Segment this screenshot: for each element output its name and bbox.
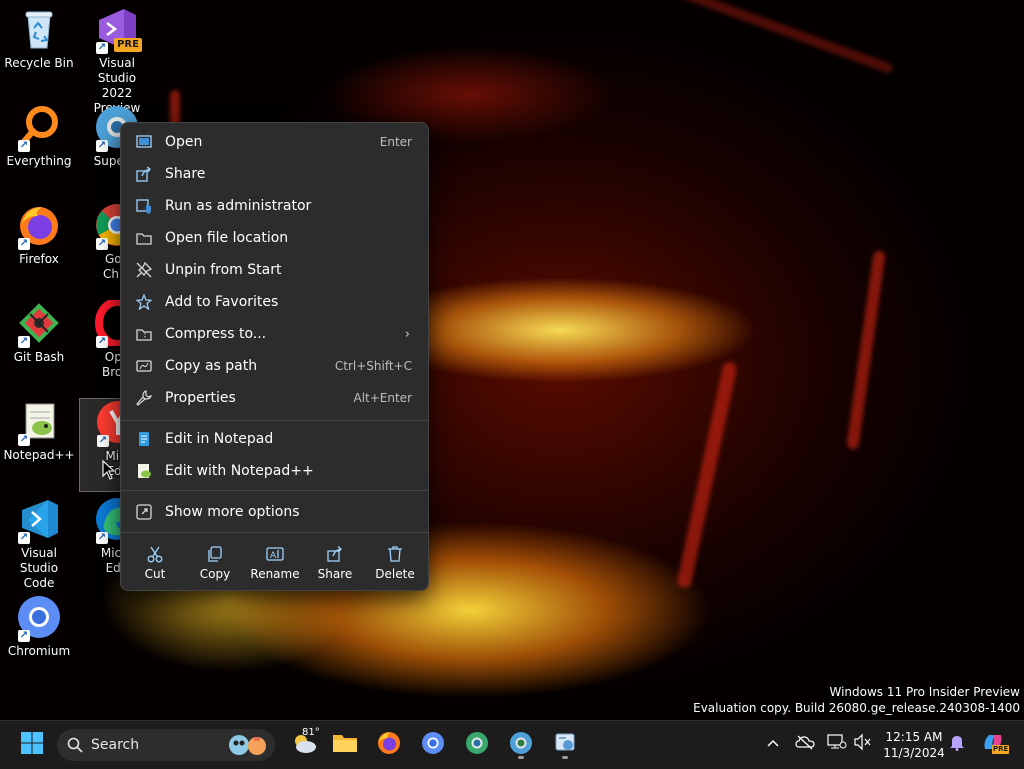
unpin-icon xyxy=(135,261,153,279)
menu-separator xyxy=(121,420,428,421)
visual-studio-preview-icon: PRE ↗ xyxy=(94,6,142,54)
quick-action-cut[interactable]: Cut xyxy=(127,539,183,583)
context-menu: Open Enter Share Run as administrator Op… xyxy=(120,122,429,591)
more-options-icon xyxy=(135,503,153,521)
menu-item-unpin-from-start[interactable]: Unpin from Start xyxy=(127,255,422,285)
windows-logo-icon xyxy=(20,731,44,759)
notepad-plus-plus-icon: ↗ xyxy=(16,398,62,446)
chevron-up-icon xyxy=(766,737,780,752)
taskbar-file-explorer[interactable] xyxy=(329,729,361,761)
vscode-icon: ↗ xyxy=(16,496,62,544)
taskbar: Search 81° 12:15 AM 11/3/2024 PRE xyxy=(0,720,1024,769)
taskbar-firefox[interactable] xyxy=(373,729,405,761)
desktop-icon-notepad-plus-plus[interactable]: ↗ Notepad++ xyxy=(1,398,77,463)
wrench-icon xyxy=(135,389,153,407)
copy-icon xyxy=(187,543,243,565)
notepad-icon xyxy=(135,430,153,448)
firefox-icon xyxy=(377,731,401,759)
git-bash-icon: ↗ xyxy=(16,300,62,348)
scissors-icon xyxy=(127,543,183,565)
desktop-icon-chromium[interactable]: ↗ Chromium xyxy=(1,594,77,659)
tray-onedrive[interactable] xyxy=(794,733,816,755)
quick-action-rename[interactable]: A Rename xyxy=(247,539,303,583)
menu-item-share[interactable]: Share xyxy=(127,159,422,189)
rename-icon: A xyxy=(247,543,303,565)
share-icon xyxy=(135,165,153,183)
speaker-muted-icon xyxy=(853,733,873,755)
file-explorer-icon xyxy=(332,732,358,758)
menu-item-edit-with-notepad-plus-plus[interactable]: Edit with Notepad++ xyxy=(127,456,422,486)
tray-copilot[interactable]: PRE xyxy=(980,733,1010,755)
taskbar-clock[interactable]: 12:15 AM 11/3/2024 xyxy=(876,729,952,761)
svg-text:A: A xyxy=(270,551,277,561)
shield-icon xyxy=(135,197,153,215)
menu-item-open[interactable]: Open Enter xyxy=(127,127,422,157)
path-icon xyxy=(135,357,153,375)
taskbar-search-box[interactable]: Search xyxy=(57,729,275,761)
desktop-icon-git-bash[interactable]: ↗ Git Bash xyxy=(1,300,77,365)
running-indicator xyxy=(562,756,568,759)
taskbar-control-panel[interactable] xyxy=(549,729,581,761)
network-monitor-icon xyxy=(827,733,847,755)
menu-separator xyxy=(121,532,428,533)
quick-action-delete[interactable]: Delete xyxy=(367,539,423,583)
mouse-cursor xyxy=(102,459,116,484)
chromium-icon xyxy=(421,731,445,759)
desktop-icon-recycle-bin[interactable]: Recycle Bin xyxy=(1,6,77,71)
start-button[interactable] xyxy=(16,729,48,761)
menu-item-edit-in-notepad[interactable]: Edit in Notepad xyxy=(127,424,422,454)
open-icon xyxy=(135,133,153,151)
control-panel-icon xyxy=(553,731,577,759)
recycle-bin-icon xyxy=(16,6,62,52)
zip-icon xyxy=(135,325,153,343)
search-highlight-skull-icon xyxy=(227,732,269,758)
quick-action-share[interactable]: Share xyxy=(307,539,363,583)
show-hidden-icons-chevron[interactable] xyxy=(762,733,784,755)
menu-separator xyxy=(121,490,428,491)
tray-volume[interactable] xyxy=(852,733,874,755)
folder-icon xyxy=(135,229,153,247)
menu-item-open-file-location[interactable]: Open file location xyxy=(127,223,422,253)
menu-item-show-more-options[interactable]: Show more options xyxy=(127,497,422,527)
menu-item-add-to-favorites[interactable]: Add to Favorites xyxy=(127,287,422,317)
notepad-plus-plus-icon xyxy=(135,462,153,480)
star-icon xyxy=(135,293,153,311)
firefox-icon: ↗ xyxy=(16,202,62,250)
running-indicator xyxy=(518,756,524,759)
share-icon xyxy=(307,543,363,565)
menu-item-properties[interactable]: Properties Alt+Enter xyxy=(127,383,422,413)
chevron-right-icon: › xyxy=(404,326,410,342)
taskbar-supermium[interactable] xyxy=(461,729,493,761)
chromium-icon: ↗ xyxy=(16,594,62,642)
onedrive-offline-icon xyxy=(795,734,815,754)
tray-notifications[interactable] xyxy=(946,733,968,755)
browser-icon xyxy=(509,731,533,759)
menu-item-copy-as-path[interactable]: Copy as path Ctrl+Shift+C xyxy=(127,351,422,381)
menu-item-run-as-admin[interactable]: Run as administrator xyxy=(127,191,422,221)
windows-evaluation-watermark: Windows 11 Pro Insider Preview Evaluatio… xyxy=(693,685,1020,715)
trash-icon xyxy=(367,543,423,565)
quick-action-copy[interactable]: Copy xyxy=(187,539,243,583)
taskbar-weather-widget[interactable]: 81° xyxy=(287,727,321,761)
desktop-icon-everything[interactable]: ↗ Everything xyxy=(1,104,77,169)
desktop-icon-firefox[interactable]: ↗ Firefox xyxy=(1,202,77,267)
tray-network[interactable] xyxy=(826,733,848,755)
taskbar-browser-running[interactable] xyxy=(505,729,537,761)
desktop-icon-visual-studio-preview[interactable]: PRE ↗ Visual Studio2022 Preview xyxy=(79,6,155,116)
menu-item-compress-to[interactable]: Compress to... › xyxy=(127,319,422,349)
desktop-icon-vscode[interactable]: ↗ Visual Studio Code xyxy=(1,496,77,591)
bell-icon xyxy=(949,733,965,755)
taskbar-chromium[interactable] xyxy=(417,729,449,761)
supermium-icon xyxy=(465,731,489,759)
everything-search-icon: ↗ xyxy=(16,104,62,152)
search-icon xyxy=(67,737,83,753)
